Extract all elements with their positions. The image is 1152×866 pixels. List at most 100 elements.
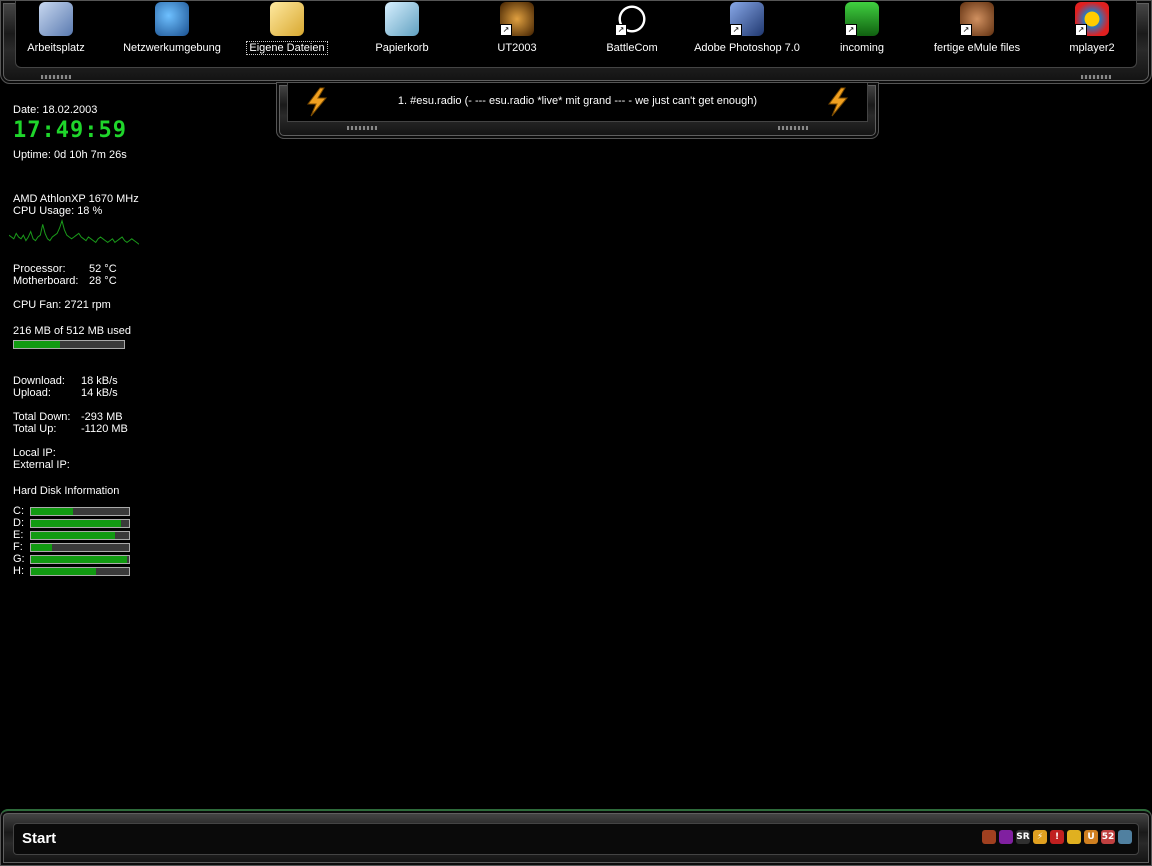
upload-value: 14 kB/s (81, 387, 118, 399)
cpu-name: AMD AthlonXP 1670 MHz (13, 193, 139, 205)
bolt-decoration (41, 75, 71, 79)
drive-usage-fill (31, 556, 128, 563)
drive-label: G: (13, 553, 25, 565)
drive-label: H: (13, 565, 24, 577)
memory-text: 216 MB of 512 MB used (13, 325, 132, 337)
clock: 17:49:59 (13, 118, 127, 143)
desktop-icon-label: Papierkorb (375, 42, 429, 54)
desktop-icon-label: UT2003 (497, 42, 537, 54)
total-up-value: -1120 MB (81, 423, 128, 435)
desktop-icon-netzwerkumgebung[interactable]: Netzwerkumgebung (117, 2, 227, 55)
drive-usage-bar (30, 507, 130, 516)
drive-usage-bar (30, 519, 130, 528)
total-down-label: Total Down: (13, 411, 71, 423)
upload-label: Upload: (13, 387, 51, 399)
photoshop-icon: ↗ (730, 2, 764, 36)
radio-ticker-panel: 1. #esu.radio (- --- esu.radio *live* mi… (276, 82, 879, 139)
shortcut-arrow-icon: ↗ (615, 24, 627, 36)
cpu-usage-graph (9, 219, 139, 245)
incoming-folder-icon: ↗ (845, 2, 879, 36)
system-tray: SR ⚡! U 52 (982, 830, 1132, 844)
drive-usage-fill (31, 568, 96, 575)
temp-processor-label: Processor: (13, 263, 66, 275)
ut-tray-icon[interactable]: U (1084, 830, 1098, 844)
desktop-icon-eigene-dateien[interactable]: Eigene Dateien (232, 2, 342, 55)
drive-usage-bar (30, 531, 130, 540)
desktop-icon-label: Netzwerkumgebung (123, 42, 221, 54)
winamp-tray-icon[interactable]: ⚡ (1033, 830, 1047, 844)
total-down-value: -293 MB (81, 411, 123, 423)
desktop-icon-arbeitsplatz[interactable]: Arbeitsplatz (1, 2, 111, 55)
desktop-icon-ut2003[interactable]: ↗ UT2003 (462, 2, 572, 55)
local-ip: Local IP: (13, 447, 56, 459)
bolt-decoration (1081, 75, 1111, 79)
emule-icon: ↗ (960, 2, 994, 36)
desktop-icon-battlecom[interactable]: ↗ BattleCom (577, 2, 687, 55)
cpu-fan: CPU Fan: 2721 rpm (13, 299, 111, 311)
recycle-bin-icon (385, 2, 419, 36)
drive-usage-fill (31, 544, 52, 551)
desktop-icon-fertige-emule-files[interactable]: ↗ fertige eMule files (922, 2, 1032, 55)
sound-tray-icon[interactable]: 52 (1101, 830, 1115, 844)
hdd-title: Hard Disk Information (13, 485, 120, 497)
my-documents-icon (270, 2, 304, 36)
download-label: Download: (13, 375, 65, 387)
drive-label: C: (13, 505, 24, 517)
cpu-usage-line (9, 219, 139, 245)
drive-label: D: (13, 517, 24, 529)
drive-usage-bar (30, 567, 130, 576)
hardware-monitor-tray-icon[interactable]: ! (1050, 830, 1064, 844)
network-tray-icon[interactable] (1118, 830, 1132, 844)
drive-usage-fill (31, 520, 122, 527)
bolt-decoration (778, 126, 808, 130)
desktop-icon-adobe-photoshop-7-0[interactable]: ↗ Adobe Photoshop 7.0 (692, 2, 802, 55)
desktop-icon-papierkorb[interactable]: Papierkorb (347, 2, 457, 55)
radio-now-playing: 1. #esu.radio (- --- esu.radio *live* mi… (397, 95, 758, 107)
folder-tray-icon[interactable] (1067, 830, 1081, 844)
shortcut-arrow-icon: ↗ (1075, 24, 1087, 36)
my-computer-icon (39, 2, 73, 36)
uptime-text: Uptime: 0d 10h 7m 26s (13, 149, 127, 161)
start-button[interactable]: Start (22, 830, 56, 847)
emule-tray-icon[interactable] (982, 830, 996, 844)
desktop-icon-label: Adobe Photoshop 7.0 (694, 42, 800, 54)
teamspeak-tray-icon[interactable] (999, 830, 1013, 844)
desktop-icon-label: BattleCom (606, 42, 658, 54)
shortcut-arrow-icon: ↗ (730, 24, 742, 36)
desktop-icon-label: incoming (839, 42, 885, 54)
bolt-decoration (347, 126, 377, 130)
desktop-icon-label: Arbeitsplatz (27, 42, 85, 54)
taskbar: Start SR ⚡! U 52 (0, 809, 1152, 866)
temp-motherboard-label: Motherboard: (13, 275, 79, 287)
shortcut-arrow-icon: ↗ (845, 24, 857, 36)
shortcut-arrow-icon: ↗ (500, 24, 512, 36)
desktop-icon-mplayer2[interactable]: ↗ mplayer2 (1037, 2, 1147, 55)
media-player-icon: ↗ (1075, 2, 1109, 36)
drive-label: E: (13, 529, 24, 541)
winamp-lightning-icon[interactable] (823, 87, 853, 117)
battlecom-icon: ↗ (615, 2, 649, 36)
memory-bar (13, 340, 125, 349)
external-ip: External IP: (13, 459, 70, 471)
desktop-icon-label: mplayer2 (1069, 42, 1115, 54)
drive-label: F: (13, 541, 23, 553)
desktop-icon-incoming[interactable]: ↗ incoming (807, 2, 917, 55)
ut2003-icon: ↗ (500, 2, 534, 36)
total-up-label: Total Up: (13, 423, 57, 435)
temp-motherboard-value: 28 °C (89, 275, 117, 287)
sr-tray-icon[interactable]: SR (1016, 830, 1030, 844)
temp-processor-value: 52 °C (89, 263, 117, 275)
drive-usage-fill (31, 508, 74, 515)
desktop-icon-label: fertige eMule files (933, 42, 1021, 54)
drive-usage-bar (30, 543, 130, 552)
taskbar-inner: Start SR ⚡! U 52 (13, 823, 1139, 855)
date-text: Date: 18.02.2003 (13, 104, 98, 116)
shortcut-arrow-icon: ↗ (960, 24, 972, 36)
network-places-icon (155, 2, 189, 36)
desktop-icon-label: Eigene Dateien (246, 41, 328, 55)
memory-bar-fill (14, 341, 61, 348)
download-value: 18 kB/s (81, 375, 118, 387)
drive-usage-fill (31, 532, 116, 539)
radio-ticker-inner: 1. #esu.radio (- --- esu.radio *live* mi… (287, 83, 868, 122)
cpu-usage: CPU Usage: 18 % (13, 205, 103, 217)
